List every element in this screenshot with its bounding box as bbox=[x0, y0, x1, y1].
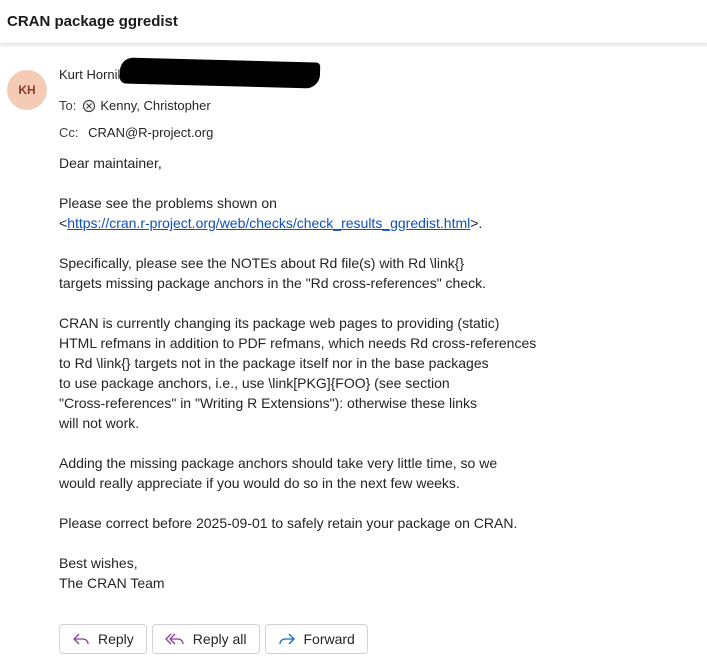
cc-recipient[interactable]: CRAN@R-project.org bbox=[88, 125, 213, 140]
forward-icon bbox=[278, 633, 295, 645]
body-paragraph-4: Adding the missing package anchors shoul… bbox=[59, 455, 498, 491]
message-subject: CRAN package ggredist bbox=[7, 13, 178, 30]
body-paragraph-3: CRAN is currently changing its package w… bbox=[59, 315, 537, 431]
blocked-contact-icon bbox=[82, 99, 96, 113]
reply-all-button[interactable]: Reply all bbox=[151, 624, 260, 654]
check-results-link[interactable]: https://cran.r-project.org/web/checks/ch… bbox=[67, 215, 470, 231]
cc-line: Cc: CRAN@R-project.org bbox=[59, 125, 213, 140]
to-line: To: Kenny, Christopher bbox=[59, 98, 211, 113]
p1-text-b: >. bbox=[470, 215, 483, 231]
reply-all-label: Reply all bbox=[192, 631, 247, 647]
forward-button[interactable]: Forward bbox=[264, 624, 368, 654]
forward-label: Forward bbox=[303, 631, 355, 647]
body-paragraph-1: Please see the problems shown on <https:… bbox=[59, 193, 619, 233]
reply-icon bbox=[73, 633, 89, 645]
signoff: Best wishes, The CRAN Team bbox=[59, 555, 165, 591]
redaction-mark bbox=[119, 57, 321, 89]
to-label: To: bbox=[59, 98, 77, 113]
message-body: Dear maintainer, Please see the problems… bbox=[59, 153, 619, 613]
reply-label: Reply bbox=[98, 631, 134, 647]
reply-all-icon bbox=[165, 633, 184, 645]
body-paragraph-2: Specifically, please see the NOTEs about… bbox=[59, 255, 487, 291]
sender-name[interactable]: Kurt Hornik bbox=[59, 67, 124, 82]
reply-button[interactable]: Reply bbox=[59, 624, 147, 654]
message-actions: Reply Reply all Forward bbox=[59, 624, 368, 654]
body-paragraph-5: Please correct before 2025-09-01 to safe… bbox=[59, 515, 518, 531]
subject-header: CRAN package ggredist bbox=[0, 0, 707, 44]
sender-avatar[interactable]: KH bbox=[7, 70, 47, 110]
avatar-initials: KH bbox=[18, 83, 36, 97]
greeting: Dear maintainer, bbox=[59, 155, 162, 171]
to-recipient[interactable]: Kenny, Christopher bbox=[100, 98, 210, 113]
cc-label: Cc: bbox=[59, 125, 79, 140]
